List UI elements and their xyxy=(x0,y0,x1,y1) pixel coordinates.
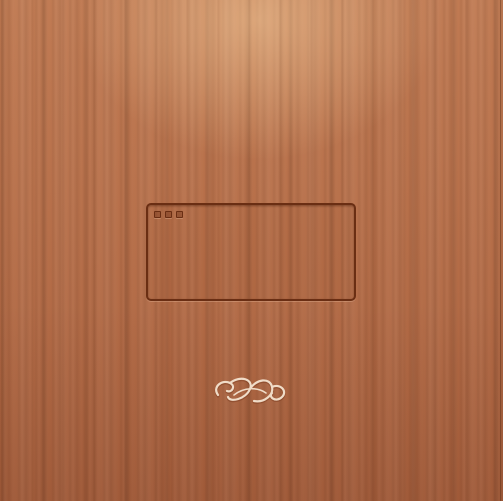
edge-divider xyxy=(500,0,501,501)
window-outline[interactable] xyxy=(146,203,356,301)
maximize-icon[interactable] xyxy=(176,211,183,218)
window-controls xyxy=(154,211,183,218)
flourish-ornament-icon xyxy=(214,377,286,404)
close-icon[interactable] xyxy=(154,211,161,218)
minimize-icon[interactable] xyxy=(165,211,172,218)
flourish-lines xyxy=(215,377,286,403)
